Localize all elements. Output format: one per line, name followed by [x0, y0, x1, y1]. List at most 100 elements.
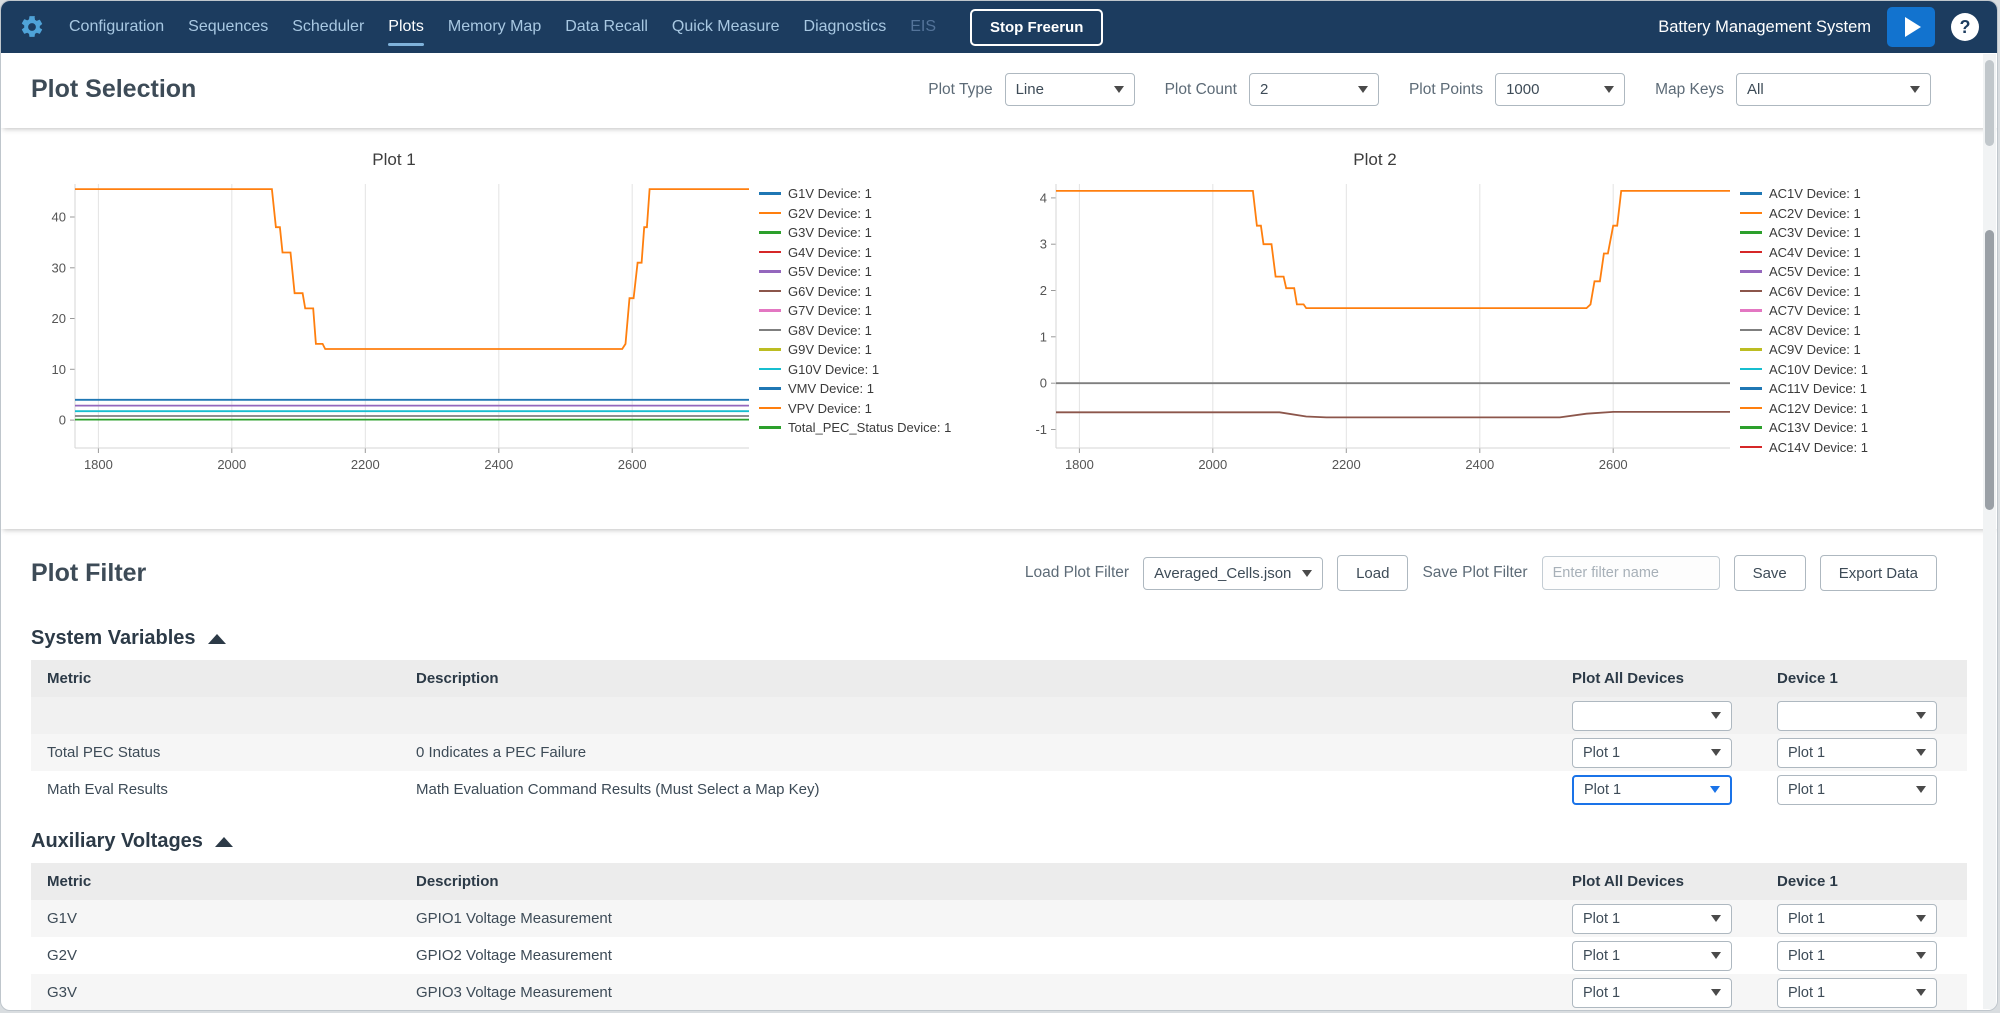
chevron-down-icon [1910, 86, 1920, 93]
svg-text:4: 4 [1040, 190, 1047, 205]
export-data-button[interactable]: Export Data [1820, 555, 1937, 591]
device-1-select-value: Plot 1 [1788, 745, 1825, 761]
collapse-up-icon[interactable] [208, 634, 226, 644]
description-cell: 0 Indicates a PEC Failure [416, 744, 1572, 761]
nav-item-quick-measure[interactable]: Quick Measure [660, 1, 792, 53]
svg-text:2: 2 [1040, 283, 1047, 298]
nav-item-data-recall[interactable]: Data Recall [553, 1, 660, 53]
legend-item: AC11V Device: 1 [1740, 381, 1868, 396]
collapse-up-icon[interactable] [215, 837, 233, 847]
save-button[interactable]: Save [1734, 555, 1806, 591]
svg-text:2400: 2400 [1465, 457, 1494, 472]
device-1-select[interactable]: Plot 1 [1777, 904, 1937, 934]
legend-item: AC2V Device: 1 [1740, 206, 1868, 221]
legend-item: AC5V Device: 1 [1740, 264, 1868, 279]
metric-cell: Total PEC Status [31, 744, 416, 761]
legend-line-swatch [1740, 446, 1762, 449]
svg-text:0: 0 [1040, 376, 1047, 391]
section-header-system-variables[interactable]: System Variables [31, 627, 1967, 650]
load-button[interactable]: Load [1337, 555, 1408, 591]
plot-all-devices-select[interactable]: Plot 1 [1572, 941, 1732, 971]
load-filter-value: Averaged_Cells.json [1154, 565, 1291, 582]
scrollbar-thumb[interactable] [1985, 60, 1994, 146]
section-system-variables: System VariablesMetricDescriptionPlot Al… [31, 627, 1967, 808]
device-1-select[interactable] [1777, 701, 1937, 731]
help-icon[interactable]: ? [1951, 13, 1979, 41]
nav-item-configuration[interactable]: Configuration [57, 1, 176, 53]
chevron-down-icon [1916, 712, 1926, 719]
legend-label: G1V Device: 1 [788, 186, 872, 201]
scrollbar-thumb-inner[interactable] [1985, 230, 1994, 510]
nav-item-scheduler[interactable]: Scheduler [280, 1, 376, 53]
legend-item: G7V Device: 1 [759, 303, 951, 318]
plot-all-devices-select[interactable]: Plot 1 [1572, 738, 1732, 768]
run-play-button[interactable] [1887, 7, 1935, 47]
plot-all-devices-select-value: Plot 1 [1583, 745, 1620, 761]
nav-item-diagnostics[interactable]: Diagnostics [792, 1, 899, 53]
column-header-plot-all-devices: Plot All Devices [1572, 873, 1777, 890]
legend-label: G9V Device: 1 [788, 342, 872, 357]
plot-all-devices-cell: Plot 1 [1572, 978, 1777, 1008]
chevron-down-icon [1604, 86, 1614, 93]
plot-all-devices-cell: Plot 1 [1572, 775, 1777, 805]
device-1-select-value: Plot 1 [1788, 911, 1825, 927]
legend-item: G2V Device: 1 [759, 206, 951, 221]
chart-legend: AC1V Device: 1 AC2V Device: 1 AC3V Device:… [1740, 172, 1868, 455]
vertical-scrollbar[interactable] [1983, 54, 1996, 1009]
device-1-select[interactable]: Plot 1 [1777, 775, 1937, 805]
plot-all-devices-select[interactable]: Plot 1 [1572, 775, 1732, 805]
control-group-plot-count: Plot Count2 [1165, 73, 1379, 106]
nav-item-plots[interactable]: Plots [376, 1, 436, 53]
description-cell: Math Evaluation Command Results (Must Se… [416, 781, 1572, 798]
legend-label: AC10V Device: 1 [1769, 362, 1868, 377]
load-filter-select[interactable]: Averaged_Cells.json [1143, 557, 1323, 590]
filter-name-input[interactable] [1542, 556, 1720, 590]
legend-item: AC12V Device: 1 [1740, 401, 1868, 416]
chevron-down-icon [1916, 786, 1926, 793]
chart-title: Plot 2 [1010, 150, 1740, 170]
chevron-down-icon [1711, 989, 1721, 996]
svg-text:1800: 1800 [1065, 457, 1094, 472]
settings-gear-icon[interactable] [19, 14, 45, 40]
app-title: Battery Management System [1658, 18, 1871, 37]
plot-all-devices-select[interactable] [1572, 701, 1732, 731]
device-1-cell [1777, 701, 1967, 731]
load-filter-label: Load Plot Filter [1025, 564, 1129, 582]
legend-line-swatch [1740, 348, 1762, 351]
legend-line-swatch [1740, 368, 1762, 371]
chevron-down-icon [1711, 749, 1721, 756]
legend-label: AC1V Device: 1 [1769, 186, 1861, 201]
svg-text:2000: 2000 [1198, 457, 1227, 472]
device-1-select[interactable]: Plot 1 [1777, 978, 1937, 1008]
plot-count-select[interactable]: 2 [1249, 73, 1379, 106]
plot-all-devices-select[interactable]: Plot 1 [1572, 904, 1732, 934]
legend-label: AC2V Device: 1 [1769, 206, 1861, 221]
nav-item-memory-map[interactable]: Memory Map [436, 1, 553, 53]
legend-item: AC1V Device: 1 [1740, 186, 1868, 201]
plot-all-devices-select[interactable]: Plot 1 [1572, 978, 1732, 1008]
legend-item: AC4V Device: 1 [1740, 245, 1868, 260]
legend-item: AC9V Device: 1 [1740, 342, 1868, 357]
legend-item: G10V Device: 1 [759, 362, 951, 377]
legend-item: AC3V Device: 1 [1740, 225, 1868, 240]
legend-label: AC12V Device: 1 [1769, 401, 1868, 416]
legend-line-swatch [759, 270, 781, 273]
plot-type-select[interactable]: Line [1005, 73, 1135, 106]
legend-item: G6V Device: 1 [759, 284, 951, 299]
svg-text:10: 10 [52, 362, 66, 377]
legend-item: G3V Device: 1 [759, 225, 951, 240]
section-header-auxiliary-voltages[interactable]: Auxiliary Voltages [31, 830, 1967, 853]
legend-label: AC3V Device: 1 [1769, 225, 1861, 240]
control-group-map-keys: Map KeysAll [1655, 73, 1931, 106]
device-1-select[interactable]: Plot 1 [1777, 941, 1937, 971]
nav-item-sequences[interactable]: Sequences [176, 1, 280, 53]
chevron-down-icon [1358, 86, 1368, 93]
nav-item-eis[interactable]: EIS [898, 1, 948, 53]
svg-text:1: 1 [1040, 329, 1047, 344]
chevron-down-icon [1711, 952, 1721, 959]
plot-points-select[interactable]: 1000 [1495, 73, 1625, 106]
device-1-select[interactable]: Plot 1 [1777, 738, 1937, 768]
map-keys-select[interactable]: All [1736, 73, 1931, 106]
stop-freerun-button[interactable]: Stop Freerun [970, 9, 1103, 46]
legend-label: G3V Device: 1 [788, 225, 872, 240]
